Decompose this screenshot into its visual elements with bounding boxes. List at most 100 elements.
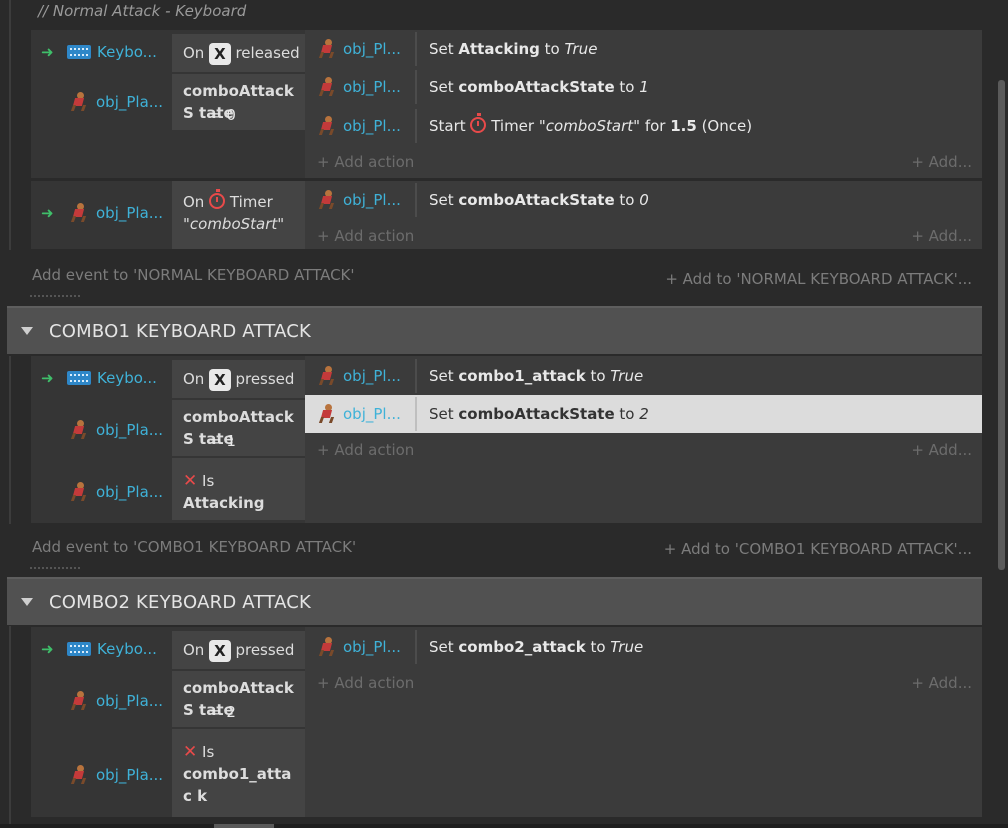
player-sprite-icon [70,420,87,440]
key-x-badge: X [209,639,231,662]
add-to-group-link[interactable]: + Add to 'NORMAL KEYBOARD ATTACK'... [665,270,972,288]
player-sprite-icon [318,637,335,657]
group-header-combo2[interactable]: COMBO2 KEYBOARD ATTACK [7,577,982,625]
condition-text: Is [202,472,215,490]
group-title: COMBO1 KEYBOARD ATTACK [49,320,312,342]
variable-name: comboAttackS tate [183,679,294,719]
invert-cross-icon: ✕ [183,742,198,762]
compare-value: = 0 [209,106,236,124]
action-text: Set comboAttackState to 2 [429,405,649,423]
action-row[interactable]: obj_Pl... Set Attacking to True [305,30,982,68]
condition-on-timer[interactable]: On Timer "comboStart" [172,181,305,249]
condition-text: released [235,44,300,62]
condition-object[interactable]: ➜ Keybo... [31,34,170,70]
timer-name: "comboStart" [183,215,285,233]
timer-icon [470,113,487,133]
vertical-scrollbar[interactable] [998,80,1005,570]
condition-object[interactable]: ➜ Keybo... [31,631,170,667]
key-x-badge: X [209,368,231,391]
condition-text: On [183,370,205,388]
condition-object[interactable]: ➜ Keybo... [31,360,170,396]
object-name: obj_Pla... [96,93,164,111]
condition-compare-variable[interactable]: comboAttackS tate [172,671,305,727]
condition-text: On [183,193,205,211]
group-header-combo1[interactable]: COMBO1 KEYBOARD ATTACK [7,306,982,354]
condition-object[interactable]: obj_Pla... [31,472,170,512]
condition-text: pressed [235,370,295,388]
condition-key-pressed[interactable]: On X pressed [172,631,305,669]
object-name: obj_Pl... [343,40,401,58]
condition-object[interactable]: ➜ obj_Pla... [31,195,170,231]
keyboard-icon [67,45,91,59]
player-sprite-icon [318,190,335,210]
event-block[interactable]: ➜ Keybo... On X pressed obj_Pla... combo… [31,356,982,523]
object-name: Keybo... [97,43,157,61]
object-name: obj_Pl... [343,191,401,209]
player-sprite-icon [318,77,335,97]
condition-compare-variable[interactable]: comboAttackS tate [172,74,305,130]
object-name: obj_Pl... [343,405,401,423]
add-sub-event-button[interactable]: + Add... [911,227,972,245]
object-name: obj_Pla... [96,204,164,222]
trigger-arrow-icon: ➜ [41,204,54,222]
action-row[interactable]: obj_Pl... Start Timer "comboStart" for 1… [305,107,982,145]
keyboard-icon [67,642,91,656]
comment-text[interactable]: // Normal Attack - Keyboard [38,2,246,20]
add-action-button[interactable]: + Add action [317,674,414,692]
tree-guide-line [9,356,11,524]
collapse-triangle-icon[interactable] [21,598,33,606]
add-action-button[interactable]: + Add action [317,227,414,245]
action-text: Set combo1_attack to True [429,367,644,385]
condition-compare-variable[interactable]: comboAttackS tate [172,400,305,456]
trigger-arrow-icon: ➜ [41,369,54,387]
condition-object[interactable]: obj_Pla... [31,755,170,795]
object-name: obj_Pl... [343,117,401,135]
divider [30,295,80,297]
action-row[interactable]: obj_Pl... Set combo2_attack to True [305,628,982,666]
trigger-arrow-icon: ➜ [41,640,54,658]
event-block[interactable]: ➜ obj_Pla... On Timer "comboStart" obj_P… [31,181,982,249]
action-row-selected[interactable]: obj_Pl... Set comboAttackState to 2 [305,395,982,433]
variable-name: combo1_attac k [183,765,292,805]
condition-text: Is [202,743,215,761]
object-name: obj_Pla... [96,421,164,439]
invert-cross-icon: ✕ [183,471,198,491]
player-sprite-icon [318,116,335,136]
player-sprite-icon [70,482,87,502]
collapse-triangle-icon[interactable] [21,327,33,335]
tree-guide-line [9,0,11,250]
object-name: obj_Pl... [343,638,401,656]
add-event-link[interactable]: Add event to 'NORMAL KEYBOARD ATTACK' [32,266,355,284]
action-row[interactable]: obj_Pl... Set comboAttackState to 1 [305,68,982,106]
key-x-badge: X [209,42,231,65]
player-sprite-icon [70,203,87,223]
condition-object[interactable]: obj_Pla... [31,410,170,450]
add-action-button[interactable]: + Add action [317,153,414,171]
event-block[interactable]: ➜ Keybo... On X released obj_Pla... comb… [31,30,982,178]
action-row[interactable]: obj_Pl... Set combo1_attack to True [305,357,982,395]
player-sprite-icon [70,691,87,711]
add-action-button[interactable]: + Add action [317,441,414,459]
compare-value: = 1 [209,432,236,450]
player-sprite-icon [318,366,335,386]
bottom-strip [0,824,1008,828]
condition-key-pressed[interactable]: On X pressed [172,360,305,398]
add-event-link[interactable]: Add event to 'COMBO1 KEYBOARD ATTACK' [32,538,356,556]
condition-object[interactable]: obj_Pla... [31,82,170,122]
add-to-group-link[interactable]: + Add to 'COMBO1 KEYBOARD ATTACK'... [664,540,972,558]
player-sprite-icon [70,765,87,785]
add-sub-event-button[interactable]: + Add... [911,441,972,459]
add-sub-event-button[interactable]: + Add... [911,153,972,171]
event-block[interactable]: ➜ Keybo... On X pressed obj_Pla... combo… [31,627,982,817]
condition-text: Timer [229,193,273,211]
condition-is-boolean[interactable]: ✕ Is combo1_attac k [172,729,305,817]
action-text: Set combo2_attack to True [429,638,644,656]
condition-key-released[interactable]: On X released [172,34,305,72]
condition-is-boolean[interactable]: ✕ Is Attacking [172,458,305,520]
action-row[interactable]: obj_Pl... Set comboAttackState to 0 [305,181,982,219]
tree-guide-line [9,626,11,828]
condition-object[interactable]: obj_Pla... [31,681,170,721]
player-sprite-icon [318,404,335,424]
add-sub-event-button[interactable]: + Add... [911,674,972,692]
horizontal-scrollbar[interactable] [214,824,274,828]
